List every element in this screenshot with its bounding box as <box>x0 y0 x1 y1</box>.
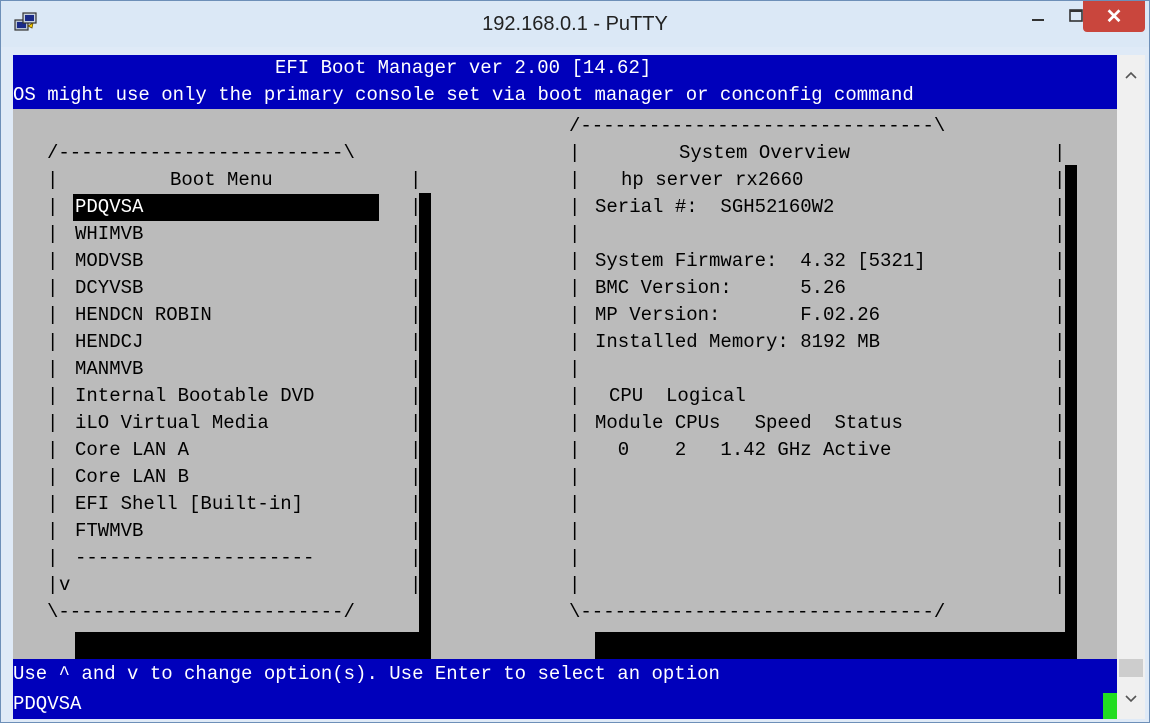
boot-menu-top-border: /-------------------------\ <box>47 142 355 164</box>
boot-menu-item[interactable]: EFI Shell [Built-in] <box>75 491 303 518</box>
boot-menu-bottom-border: \-------------------------/ <box>47 601 355 623</box>
scroll-up-button[interactable] <box>1117 55 1145 95</box>
overview-bottom-border: \-------------------------------/ <box>569 601 946 623</box>
vertical-scrollbar[interactable] <box>1117 55 1145 719</box>
scroll-thumb[interactable] <box>1119 659 1143 677</box>
overview-serial: Serial #: SGH52160W2 <box>595 196 835 218</box>
boot-menu-item[interactable]: MANMVB <box>75 356 143 383</box>
overview-title: System Overview <box>679 142 851 164</box>
boot-menu-shadow-bottom <box>75 632 431 659</box>
minimize-button[interactable] <box>1019 1 1057 31</box>
boot-menu-item[interactable]: MODVSB <box>75 248 143 275</box>
boot-menu-item[interactable]: Internal Bootable DVD <box>75 383 314 410</box>
boot-menu-item[interactable]: DCYVSB <box>75 275 143 302</box>
boot-menu-left-edge: | <box>47 169 59 191</box>
overview-shadow-right <box>1065 165 1077 659</box>
boot-menu-item[interactable]: HENDCJ <box>75 329 143 356</box>
terminal-header-line-1: EFI Boot Manager ver 2.00 [14.62] <box>13 55 1117 82</box>
boot-menu-item[interactable]: iLO Virtual Media <box>75 410 269 437</box>
overview-mp-version: MP Version: F.02.26 <box>595 304 881 326</box>
overview-firmware: System Firmware: 4.32 [5321] <box>595 250 926 272</box>
close-icon: ✕ <box>1105 6 1123 28</box>
overview-server-model: hp server rx2660 <box>621 169 804 191</box>
chevron-up-icon <box>1125 71 1137 79</box>
terminal-cursor <box>1103 693 1117 719</box>
boot-menu-separator: --------------------- <box>75 547 315 569</box>
close-button[interactable]: ✕ <box>1083 1 1145 32</box>
terminal-screen[interactable]: EFI Boot Manager ver 2.00 [14.62] OS mig… <box>13 55 1117 719</box>
boot-menu-item-selected[interactable]: PDQVSA <box>73 194 379 221</box>
boot-menu-shadow-right <box>419 193 431 659</box>
overview-bmc-version: BMC Version: 5.26 <box>595 277 846 299</box>
window-title: 192.168.0.1 - PuTTY <box>482 13 668 35</box>
overview-top-border: /-------------------------------\ <box>569 115 946 137</box>
title-bar[interactable]: 192.168.0.1 - PuTTY ✕ <box>1 1 1149 47</box>
terminal-header-line-2: OS might use only the primary console se… <box>13 82 1117 109</box>
boot-menu-item[interactable]: Core LAN B <box>75 464 189 491</box>
overview-shadow-bottom <box>595 632 1077 659</box>
terminal-footer-line-2: PDQVSA <box>13 689 1117 719</box>
putty-window: 192.168.0.1 - PuTTY ✕ EFI Boot Manager v… <box>0 0 1150 723</box>
terminal-footer-line-1: Use ^ and v to change option(s). Use Ent… <box>13 659 1117 689</box>
minimize-icon <box>1032 19 1044 21</box>
overview-cpu-header-1: CPU Logical <box>609 385 746 407</box>
boot-menu-more-indicator: v <box>59 574 71 596</box>
overview-cpu-header-2: Module CPUs Speed Status <box>595 412 903 434</box>
boot-menu-item[interactable]: WHIMVB <box>75 221 143 248</box>
boot-menu-item[interactable]: FTWMVB <box>75 518 143 545</box>
overview-cpu-row: 0 2 1.42 GHz Active <box>595 439 892 461</box>
boot-menu-item[interactable]: Core LAN A <box>75 437 189 464</box>
boot-menu-item[interactable]: HENDCN ROBIN <box>75 302 212 329</box>
maximize-icon <box>1069 9 1083 22</box>
scroll-down-button[interactable] <box>1117 679 1145 719</box>
overview-memory: Installed Memory: 8192 MB <box>595 331 881 353</box>
chevron-down-icon <box>1125 695 1137 703</box>
boot-menu-title: Boot Menu <box>170 169 273 191</box>
